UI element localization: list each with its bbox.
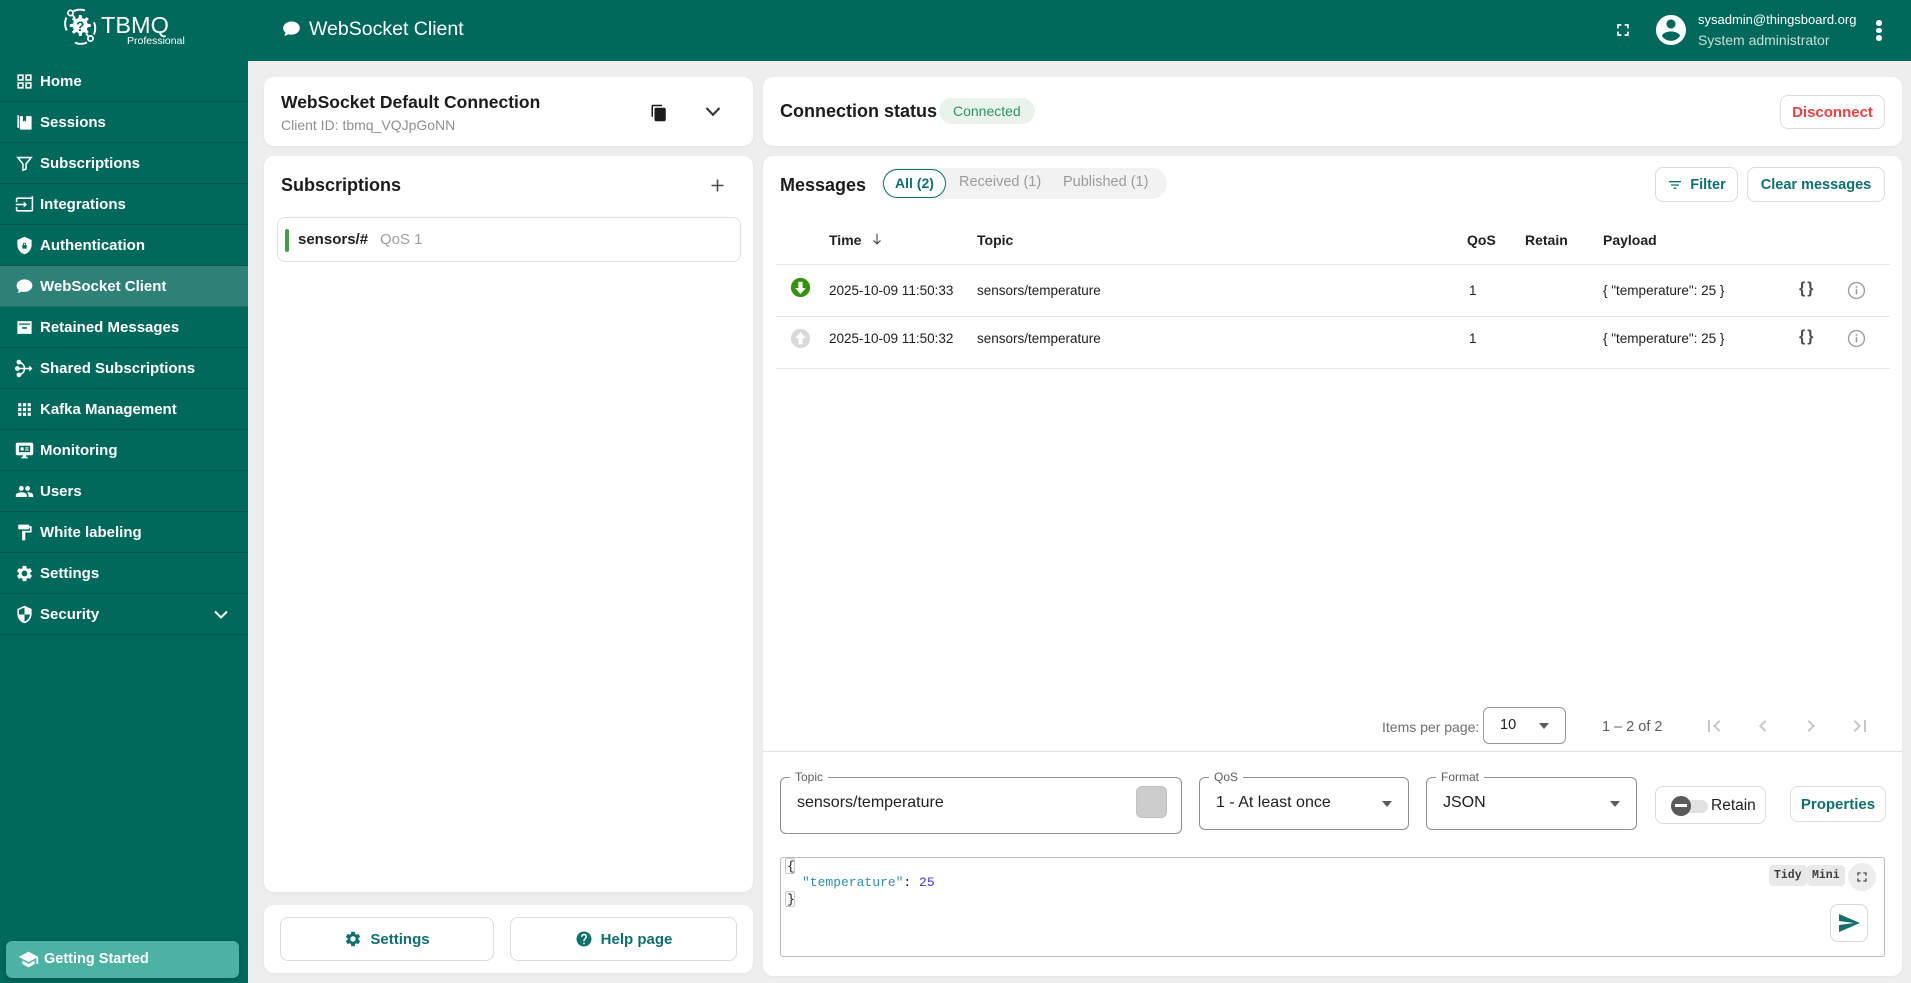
svg-text:?: ? [76, 19, 84, 34]
